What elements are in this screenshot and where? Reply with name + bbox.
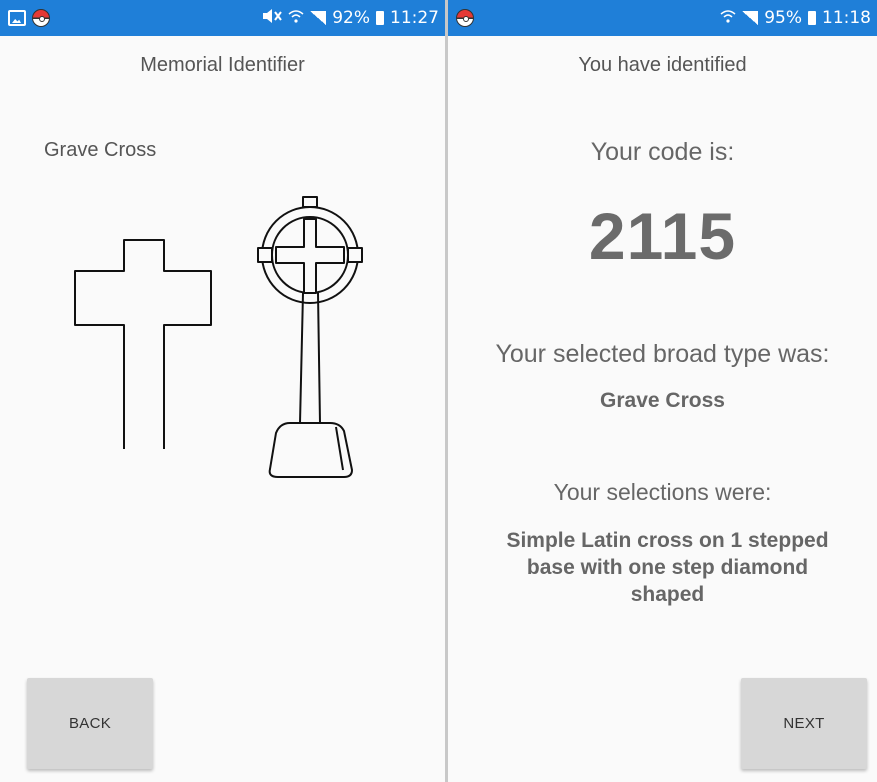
code-value: 2115 [588,199,737,273]
signal-icon [310,11,327,25]
next-button[interactable]: NEXT [741,678,867,769]
gallery-icon [8,10,26,26]
back-button[interactable]: BACK [27,678,153,769]
battery-percent: 95% [764,8,802,28]
code-label: Your code is: [590,138,735,166]
status-bar: 92% 11:27 [0,0,445,36]
clock: 11:18 [822,8,871,28]
page-title: Memorial Identifier [140,54,305,76]
selections-value: Simple Latin cross on 1 stepped base wit… [506,529,829,606]
status-bar: 95% 11:18 [448,0,877,36]
battery-icon [376,11,384,25]
left-screen: 92% 11:27 Memorial Identifier Grave Cros… [0,0,445,782]
right-screen: 95% 11:18 You have identified Your code … [448,0,877,782]
wifi-icon [720,8,736,28]
clock: 11:27 [390,8,439,28]
wifi-icon [288,8,304,28]
selections-label: Your selections were: [553,479,772,505]
grave-cross-illustration [74,196,363,478]
battery-percent: 92% [332,8,370,28]
page-title: You have identified [578,54,747,76]
type-label: Grave Cross [44,139,157,161]
broad-type-label: Your selected broad type was: [495,340,830,368]
battery-icon [808,11,816,25]
signal-icon [742,11,759,25]
pokeball-icon [456,9,474,27]
broad-type-value: Grave Cross [600,389,725,412]
mute-icon [260,8,283,29]
pokeball-icon [32,9,50,27]
